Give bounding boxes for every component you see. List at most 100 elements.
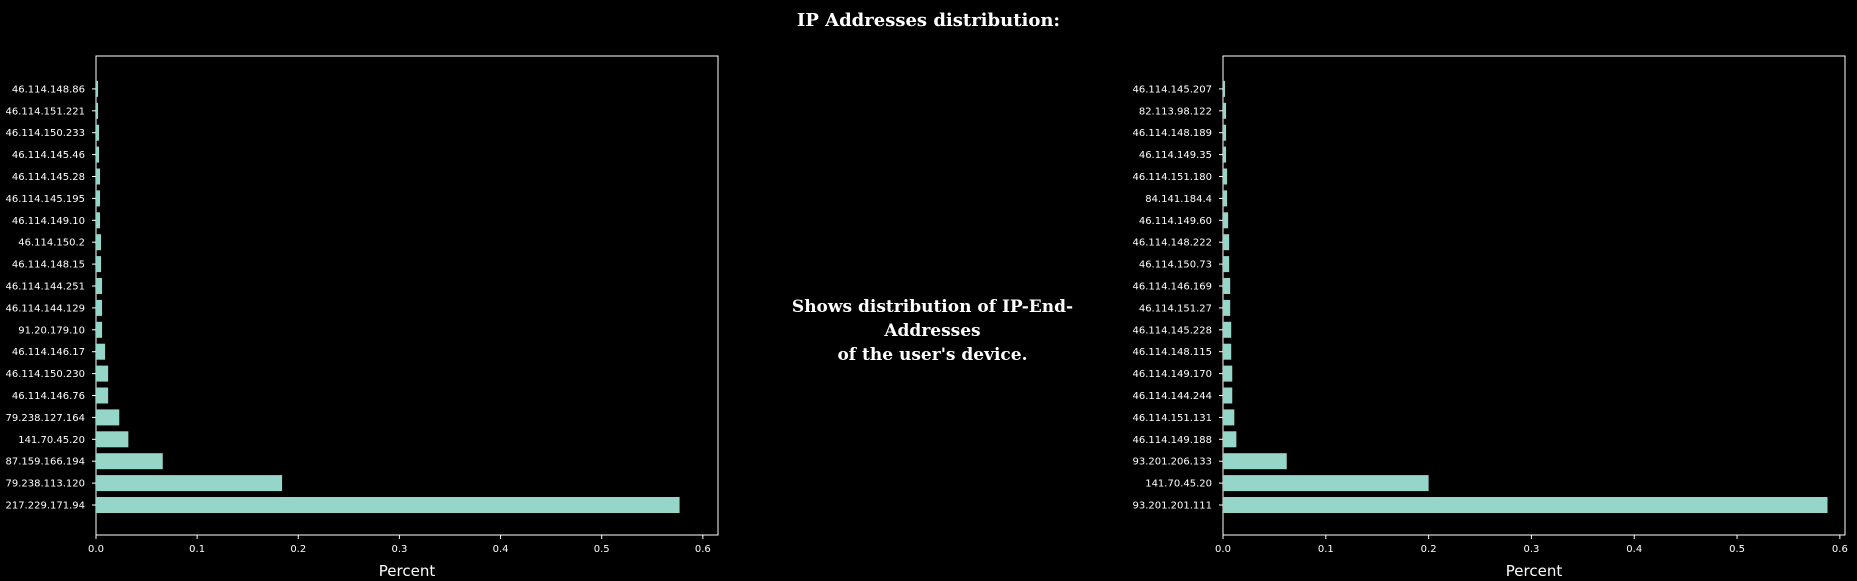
y-tick-label: 46.114.149.188	[1132, 435, 1212, 446]
bar	[96, 190, 101, 207]
bar	[1223, 168, 1228, 185]
y-tick-label: 46.114.149.170	[1132, 369, 1212, 380]
x-tick-label: 0.2	[290, 544, 306, 555]
y-tick-label: 46.114.148.115	[1132, 347, 1212, 358]
y-tick-label: 46.114.150.2	[18, 238, 85, 249]
bar	[96, 256, 102, 273]
bar	[96, 234, 102, 251]
y-tick-label: 91.20.179.10	[18, 325, 85, 336]
bar	[96, 278, 103, 294]
y-tick-label: 46.114.145.228	[1132, 325, 1212, 336]
bar	[96, 124, 100, 141]
bar	[96, 431, 129, 448]
bar	[1223, 102, 1227, 119]
y-tick-label: 79.238.127.164	[5, 413, 85, 424]
x-axis-label: Percent	[379, 562, 436, 580]
bar	[1223, 212, 1229, 229]
y-tick-label: 93.201.201.111	[1132, 501, 1212, 512]
x-tick-label: 0.1	[1318, 544, 1334, 555]
y-tick-label: 46.114.151.221	[5, 106, 85, 117]
y-tick-label: 46.114.148.189	[1132, 128, 1212, 139]
bar	[1223, 146, 1227, 163]
x-tick-label: 0.1	[189, 544, 205, 555]
bar	[96, 343, 106, 360]
y-tick-label: 87.159.166.194	[5, 457, 85, 468]
bar	[1223, 409, 1235, 426]
y-tick-label: 141.70.45.20	[1145, 479, 1212, 490]
x-tick-label: 0.4	[1626, 544, 1642, 555]
y-tick-label: 46.114.145.46	[12, 150, 85, 161]
bar	[1223, 80, 1226, 97]
y-tick-label: 46.114.145.207	[1132, 84, 1212, 95]
x-axis-label: Percent	[1506, 562, 1563, 580]
bar	[96, 102, 99, 119]
y-tick-label: 46.114.148.15	[12, 260, 85, 271]
x-tick-label: 0.0	[88, 544, 104, 555]
y-tick-label: 46.114.150.230	[5, 369, 85, 380]
description-line-2: of the user's device.	[837, 345, 1028, 365]
y-tick-label: 46.114.151.180	[1132, 172, 1212, 183]
y-tick-label: 93.201.206.133	[1132, 457, 1212, 468]
x-tick-label: 0.4	[493, 544, 509, 555]
chart-right: 93.201.201.111 141.70.45.20 93.201.206.133…	[1132, 55, 1848, 580]
bar	[1223, 475, 1429, 492]
bar	[96, 80, 99, 97]
y-tick-label: 141.70.45.20	[18, 435, 85, 446]
y-tick-label: 46.114.150.233	[5, 128, 85, 139]
bar	[96, 475, 283, 492]
y-tick-label: 46.114.144.244	[1132, 391, 1212, 402]
bar	[1223, 343, 1232, 360]
bar	[1223, 256, 1230, 273]
y-tick-label: 46.114.149.60	[1139, 216, 1212, 227]
bar	[1223, 190, 1228, 207]
x-tick-label: 0.0	[1215, 544, 1231, 555]
ip-distribution-chart-left: 217.229.171.94 79.238.113.120 87.159.166.1…	[5, 55, 1848, 580]
chart-description: Shows distribution of IP-End-Addresses o…	[745, 295, 1120, 367]
bar	[96, 387, 109, 404]
x-tick-label: 0.6	[1832, 544, 1848, 555]
y-tick-label: 46.114.151.27	[1139, 303, 1212, 314]
x-tick-label: 0.6	[695, 544, 711, 555]
bar	[96, 365, 109, 382]
y-tick-label: 79.238.113.120	[5, 479, 85, 490]
plot-frame	[95, 55, 719, 536]
bar	[96, 321, 103, 338]
bar	[96, 299, 103, 316]
y-tick-label: 84.141.184.4	[1145, 194, 1212, 205]
y-tick-label: 46.114.149.10	[12, 216, 85, 227]
y-tick-label: 46.114.151.131	[1132, 413, 1212, 424]
y-tick-label: 46.114.148.86	[12, 84, 85, 95]
bar	[1223, 124, 1227, 141]
y-tick-label: 46.114.148.222	[1132, 238, 1212, 249]
y-tick-label: 217.229.171.94	[5, 501, 85, 512]
bar	[1223, 365, 1233, 382]
x-tick-label: 0.2	[1421, 544, 1437, 555]
y-tick-label: 46.114.146.76	[12, 391, 85, 402]
x-tick-label: 0.5	[1729, 544, 1745, 555]
bar	[1223, 453, 1287, 470]
bar	[1223, 278, 1231, 294]
description-line-1: Shows distribution of IP-End-Addresses	[791, 297, 1074, 341]
bar	[1223, 497, 1828, 513]
y-tick-label: 46.114.144.129	[5, 303, 85, 314]
plot-frame	[1222, 55, 1846, 536]
y-tick-label: 46.114.145.195	[5, 194, 85, 205]
bar	[96, 409, 120, 426]
bar	[1223, 299, 1231, 316]
bar	[1223, 387, 1233, 404]
bar	[96, 168, 101, 185]
x-tick-label: 0.3	[1523, 544, 1539, 555]
y-tick-label: 46.114.150.73	[1139, 260, 1212, 271]
y-tick-label: 46.114.149.35	[1139, 150, 1212, 161]
y-tick-label: 82.113.98.122	[1139, 106, 1212, 117]
y-tick-label: 46.114.145.28	[12, 172, 85, 183]
y-tick-label: 46.114.146.17	[12, 347, 85, 358]
bar	[1223, 234, 1230, 251]
bar	[96, 146, 100, 163]
y-tick-label: 46.114.144.251	[5, 282, 85, 293]
x-tick-label: 0.3	[391, 544, 407, 555]
bar	[96, 212, 101, 229]
bar	[96, 497, 680, 513]
y-tick-label: 46.114.146.169	[1132, 282, 1212, 293]
bar	[96, 453, 163, 470]
